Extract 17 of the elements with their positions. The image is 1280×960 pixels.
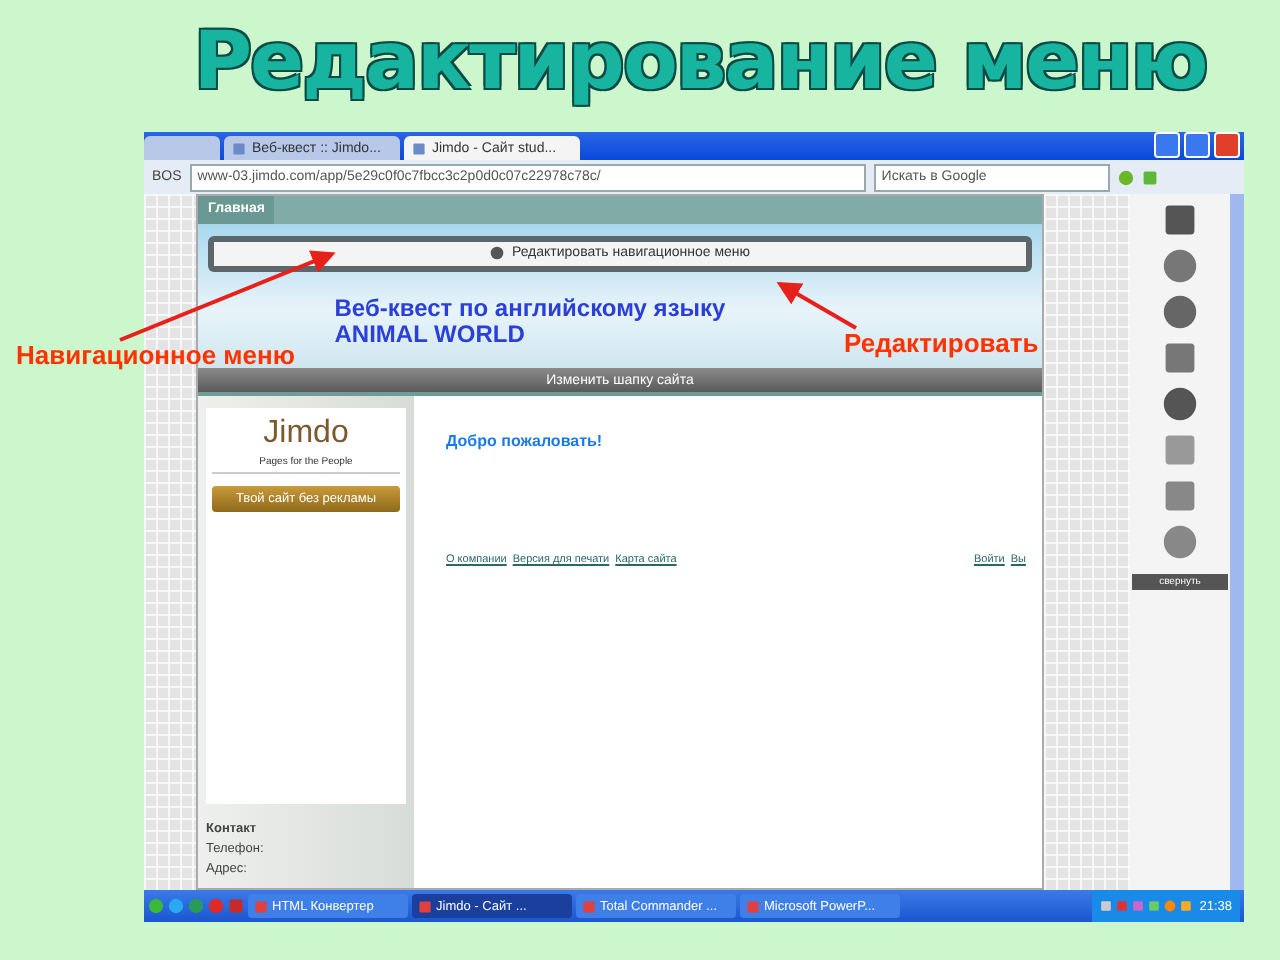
logo: Jimdo xyxy=(263,415,349,452)
close-button[interactable] xyxy=(1214,132,1240,158)
page-icon xyxy=(232,141,246,155)
site-title: ANIMAL WORLD xyxy=(334,321,525,348)
slide-title: Редактирование меню xyxy=(191,14,1207,112)
app-icon xyxy=(746,899,760,913)
page-icon xyxy=(412,141,426,155)
app-icon xyxy=(418,899,432,913)
site-title: Веб-квест по английскому языку xyxy=(334,295,726,322)
welcome-heading: Добро пожаловать! xyxy=(446,431,605,450)
annotation-label: Редактировать xyxy=(844,326,1039,362)
scrollbar[interactable] xyxy=(1230,194,1244,890)
maximize-button[interactable] xyxy=(1184,132,1210,158)
arrow xyxy=(776,282,857,330)
annotation-label: Навигационное меню xyxy=(16,338,297,374)
minimize-button[interactable] xyxy=(1154,132,1180,158)
app-icon xyxy=(582,899,596,913)
